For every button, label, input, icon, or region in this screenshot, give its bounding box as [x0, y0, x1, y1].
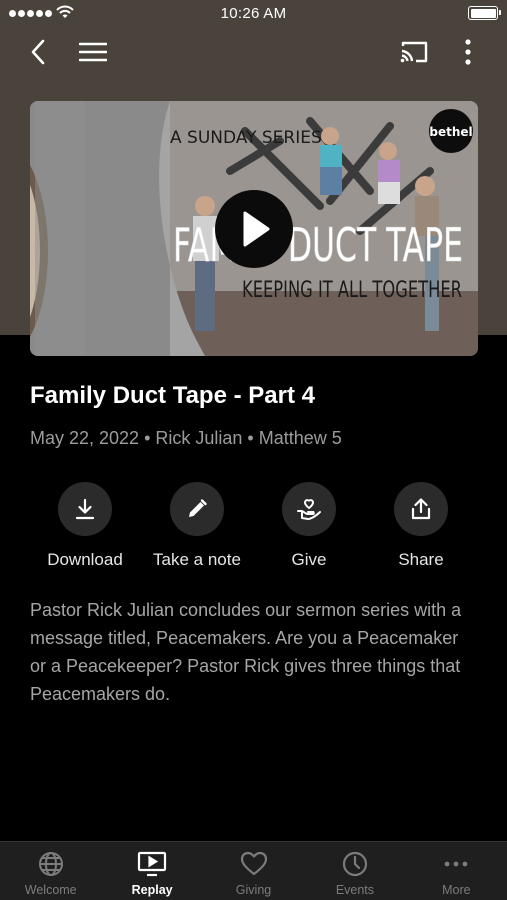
give-label: Give — [291, 550, 327, 569]
cast-icon — [400, 41, 428, 63]
cast-button[interactable] — [396, 34, 432, 70]
action-row: Download Take a note Give Share — [29, 482, 477, 570]
download-icon — [75, 498, 95, 520]
give-button-circle[interactable] — [282, 482, 336, 536]
pencil-icon — [189, 499, 207, 517]
tab-giving-label: Giving — [235, 883, 272, 897]
sermon-description: Pastor Rick Julian concludes our sermon … — [30, 600, 462, 704]
video-thumbnail[interactable]: A SUNDAY SERIES FAMILY DUCT TAPE KEEPING… — [30, 101, 478, 356]
thumbnail-subtitle-text: KEEPING IT ALL TOGETHER — [242, 278, 462, 303]
thumbnail-series-text: A SUNDAY SERIES — [170, 128, 322, 148]
download-button[interactable]: Download — [29, 482, 141, 570]
globe-icon — [38, 852, 63, 876]
clock-icon — [342, 851, 368, 877]
tab-giving[interactable]: Giving — [203, 842, 304, 900]
tab-more[interactable]: More — [406, 842, 507, 900]
battery-icon — [468, 6, 501, 20]
tab-replay-label: Replay — [131, 883, 173, 897]
tab-bar: Welcome Replay Giving Events More — [0, 841, 507, 900]
status-bar: 10:26 AM — [0, 0, 507, 28]
tab-more-label: More — [442, 883, 471, 897]
tab-welcome-label: Welcome — [24, 883, 77, 897]
kebab-menu-icon — [465, 39, 471, 65]
share-button[interactable]: Share — [365, 482, 477, 570]
take-note-button[interactable]: Take a note — [141, 482, 253, 570]
play-icon — [243, 211, 270, 247]
sermon-meta: May 22, 2022 • Rick Julian • Matthew 5 — [30, 428, 342, 448]
give-button[interactable]: Give — [253, 482, 365, 570]
take-note-label: Take a note — [153, 550, 241, 569]
share-button-circle[interactable] — [394, 482, 448, 536]
status-time: 10:26 AM — [220, 5, 287, 22]
tv-play-icon — [138, 851, 167, 877]
menu-button[interactable] — [75, 34, 111, 70]
chevron-left-icon — [31, 39, 45, 65]
take-note-button-circle[interactable] — [170, 482, 224, 536]
download-button-circle[interactable] — [58, 482, 112, 536]
tab-events[interactable]: Events — [304, 842, 405, 900]
tab-welcome[interactable]: Welcome — [0, 842, 101, 900]
heart-icon — [240, 851, 267, 876]
hamburger-icon — [79, 42, 107, 62]
share-icon — [411, 498, 431, 520]
tab-events-label: Events — [335, 883, 375, 897]
hand-heart-icon — [297, 499, 321, 520]
download-label: Download — [47, 550, 123, 569]
church-logo-text: bethel — [429, 125, 472, 139]
back-button[interactable] — [20, 34, 56, 70]
more-options-button[interactable] — [450, 34, 486, 70]
ellipsis-icon — [444, 861, 468, 867]
share-label: Share — [398, 550, 444, 569]
tab-replay[interactable]: Replay — [101, 842, 202, 900]
sermon-title: Family Duct Tape - Part 4 — [30, 382, 315, 409]
play-button[interactable] — [215, 190, 293, 268]
